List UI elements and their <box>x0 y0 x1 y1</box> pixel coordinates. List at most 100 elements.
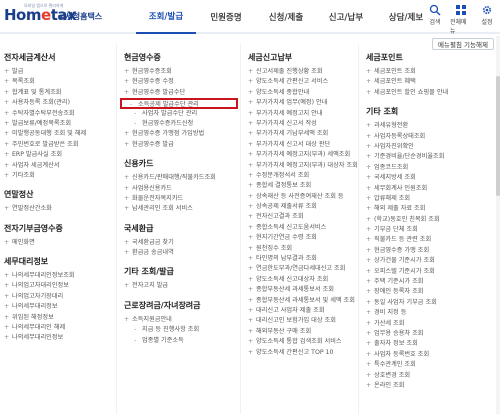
menu-item[interactable]: + 연금한도부과/연금다세대신고 조회 <box>244 264 360 274</box>
menu-item[interactable]: + 발급보류/예정목록조회 <box>0 119 114 129</box>
menu-section-title[interactable]: 기타 조회 <box>362 106 500 121</box>
menu-item[interactable]: + 부가가치세 예정고지(부과) 세액조회 <box>244 150 360 160</box>
menu-item[interactable]: + 세금포인트 혜택 <box>362 77 500 87</box>
menu-item[interactable]: + 나의세무대리정보 <box>0 302 114 312</box>
menu-section-title[interactable]: 세금신고납부 <box>244 52 360 67</box>
tab-application-submit[interactable]: 신청/제출 <box>256 0 316 34</box>
menu-item[interactable]: + 발급 <box>0 67 114 77</box>
menu-item[interactable]: + 사용자등록 조회(관리) <box>0 98 114 108</box>
menu-item[interactable]: + (학교)동호인 친목회 조회 <box>362 215 500 225</box>
menu-item[interactable]: + 주민번호로 발급받은 조회 <box>0 140 114 150</box>
menu-item[interactable]: + 부가가치세 신고서 작성 <box>244 119 360 129</box>
menu-item[interactable]: + 종합부동산세 과세통보서 조회 <box>244 285 360 295</box>
menu-item[interactable]: + 현금영수증 발급수단 <box>120 88 238 98</box>
scrollbar[interactable] <box>496 36 500 414</box>
menu-item[interactable]: + 현금영수증 가맹점 가입방법 <box>120 129 238 139</box>
all-menu-button[interactable]: 전체메뉴 <box>450 4 472 35</box>
menu-item[interactable]: + 상가건물 기준시가 조회 <box>362 256 500 266</box>
menu-item[interactable]: + 나의업고자대리인정보 <box>0 281 114 291</box>
menu-section-title[interactable]: 연말정산 <box>0 189 114 204</box>
menu-item[interactable]: + 상속공제 제출서류 조회 <box>244 202 360 212</box>
menu-item[interactable]: + 수정분개정석서 조회 <box>244 171 360 181</box>
menu-item[interactable]: + 세무회계사 인원조회 <box>362 184 500 194</box>
tab-inquiry-issue[interactable]: 조회/발급 <box>136 0 196 34</box>
menu-section-title[interactable]: 세금포인트 <box>362 52 500 67</box>
menu-item[interactable]: + 현금영수증 가맹 조회 <box>362 246 500 256</box>
menu-item[interactable]: + 부가가치세 기납부세액 조회 <box>244 129 360 139</box>
menu-item[interactable]: + 종합세 결정통보 조회 <box>244 181 360 191</box>
menu-item[interactable]: + 세금포인트 조회 <box>362 67 500 77</box>
menu-expand-toggle-button[interactable]: 메뉴펼침 기능해제 <box>432 38 494 50</box>
menu-item[interactable]: - 지급 등 진행사항 조회 <box>120 325 238 335</box>
menu-item[interactable]: + 부가가치세 신고서 대상 판단 <box>244 140 360 150</box>
menu-item[interactable]: + 목록조회 <box>0 77 114 87</box>
menu-item[interactable]: + 타인명의 납부결과 조회 <box>244 254 360 264</box>
menu-item[interactable]: + 국세환급금 찾기 <box>120 238 238 248</box>
menu-item[interactable]: + 경비 지정 등 <box>362 308 500 318</box>
tab-report-pay[interactable]: 신고/납부 <box>316 0 376 34</box>
menu-item[interactable]: + 양도소득세 통합 검색조회 서비스 <box>244 337 360 347</box>
menu-item[interactable]: + 위임된 해정정보 <box>0 313 114 323</box>
menu-item[interactable]: + 메인화면 <box>0 238 114 248</box>
menu-item[interactable]: + 출자자 정보 조회 <box>362 339 500 349</box>
menu-item[interactable]: + 기부금 단체 조회 <box>362 225 500 235</box>
menu-item[interactable]: + 상호변경 조회 <box>362 371 500 381</box>
menu-item[interactable]: + 부가가치세 예정고지(부과) 대상자 조회 <box>244 161 360 171</box>
menu-item[interactable]: + 사업자 등록번호 조회 <box>362 350 500 360</box>
menu-item[interactable]: + 양도소득세 간편신고 서비스 <box>244 77 360 87</box>
search-button[interactable]: 검색 <box>424 4 446 35</box>
menu-item[interactable]: + 직불카드 등 관련 조회 <box>362 235 500 245</box>
menu-item[interactable]: + ERP 발급사실 조회 <box>0 150 114 160</box>
highlighted-menu-item[interactable]: - 소득공제 발급수단 관리 <box>120 98 238 109</box>
tab-civil-certificate[interactable]: 민원증명 <box>196 0 256 34</box>
menu-item[interactable]: - 현금영수증카드신청 <box>120 119 238 129</box>
menu-item[interactable]: + 수탁자별수탁부전송조회 <box>0 109 114 119</box>
menu-item[interactable]: + 나의세무대리인정보조회 <box>0 271 114 281</box>
menu-item[interactable]: + 사업용신용카드 <box>120 184 238 194</box>
menu-item[interactable]: + 과세유형전환 <box>362 121 500 131</box>
menu-section-title[interactable]: 현금영수증 <box>120 52 238 67</box>
menu-item[interactable]: + 기준경비율/단순경비율조회 <box>362 152 500 162</box>
menu-item[interactable]: + 해외부동산 구매 조회 <box>244 327 360 337</box>
menu-item[interactable]: + 화물운전자복지카드 <box>120 194 238 204</box>
menu-item[interactable]: + 현금영수증 수정 <box>120 77 238 87</box>
menu-item[interactable]: + 오피스텔 기준시가 조회 <box>362 267 500 277</box>
menu-item[interactable]: + 장애인 등록자 조회 <box>362 287 500 297</box>
menu-item[interactable]: + 나의세무대리인정보 <box>0 333 114 343</box>
menu-item[interactable]: + 사업자진위확인 <box>362 142 500 152</box>
menu-item[interactable]: + 환급금 송금내역 <box>120 248 238 258</box>
menu-item[interactable]: + 소득지원금안내 <box>120 315 238 325</box>
menu-item[interactable]: + 나의업고자기장대리 <box>0 292 114 302</box>
menu-item[interactable]: + 특수관계인 조회 <box>362 360 500 370</box>
menu-item[interactable]: + 가산세 조회 <box>362 319 500 329</box>
menu-item[interactable]: + 압류해제 조회 <box>362 194 500 204</box>
scrollbar-thumb[interactable] <box>496 76 500 196</box>
menu-item[interactable]: + 원천징수 조회 <box>244 244 360 254</box>
menu-item[interactable]: + 부가가치세 업무(예정) 안내 <box>244 98 360 108</box>
menu-item[interactable]: + 업무용 승용차 조회 <box>362 329 500 339</box>
menu-item[interactable]: + 신용카드/판매대행/직불카드조회 <box>120 173 238 183</box>
menu-item[interactable]: + 대리신고 사업자 제출 조회 <box>244 306 360 316</box>
menu-item[interactable]: - 업종별 기준소득 <box>120 336 238 346</box>
menu-item[interactable]: + 납세관리인 조회 서비스 <box>120 204 238 214</box>
menu-item[interactable]: + 전자신고결과 조회 <box>244 212 360 222</box>
hometax-logo[interactable]: 모바일 앱으로 편리하게 Hometax 국세청홈택스 <box>4 3 104 30</box>
settings-button[interactable]: 설정 <box>476 4 498 35</box>
menu-item[interactable]: + 세금포인트 할인 쇼핑몰 안내 <box>362 88 500 98</box>
menu-item[interactable]: + 해외 제출 자료 조회 <box>362 204 500 214</box>
menu-section-title[interactable]: 전자세금계산서 <box>0 52 114 67</box>
menu-item[interactable]: + 양도소득세 종합안내 <box>244 88 360 98</box>
menu-item[interactable]: + 현금영수증조회 <box>120 67 238 77</box>
menu-section-title[interactable]: 기타 조회/발급 <box>120 266 238 281</box>
menu-item[interactable]: + 현금영수증 발급 <box>120 140 238 150</box>
menu-item[interactable]: + 주택 기준시가 조회 <box>362 277 500 287</box>
menu-item[interactable]: + 미발행공동대행 조회 및 해제 <box>0 129 114 139</box>
menu-item[interactable]: + 상속재산 등 사전증여재산 조회 등 <box>244 192 360 202</box>
menu-section-title[interactable]: 세무대리정보 <box>0 256 114 271</box>
menu-section-title[interactable]: 신용카드 <box>120 158 238 173</box>
menu-section-title[interactable]: 국세환급 <box>120 223 238 238</box>
menu-item[interactable]: + 현지기간연금 수령 조회 <box>244 233 360 243</box>
menu-item[interactable]: + 종합부동산세 과세통보서 및 세액 조회 <box>244 296 360 306</box>
menu-item[interactable]: + 기타조회 <box>0 171 114 181</box>
menu-item[interactable]: + 전자고지 발급 <box>120 281 238 291</box>
